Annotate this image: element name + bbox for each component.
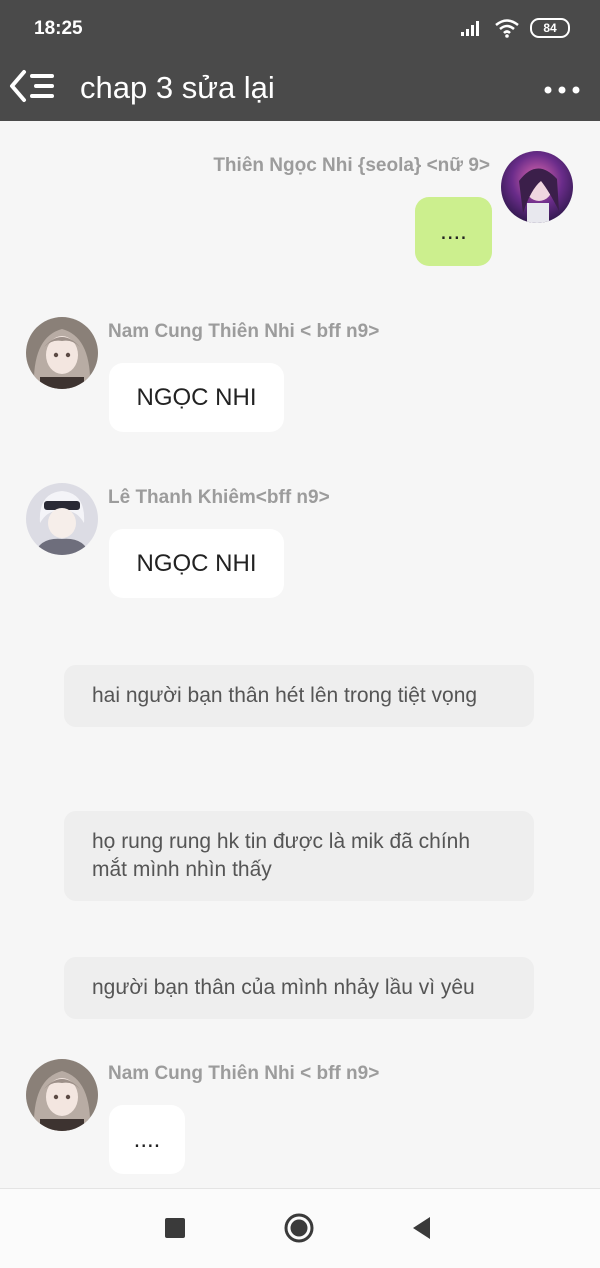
narration-block[interactable]: người bạn thân của mình nhảy lầu vì yêu (64, 957, 534, 1019)
more-options-button[interactable] (542, 76, 582, 104)
message-text: .... (440, 217, 467, 245)
message-bubble[interactable]: NGỌC NHI (109, 529, 284, 598)
avatar-image (501, 151, 573, 223)
status-time: 18:25 (34, 18, 83, 39)
message-text: .... (133, 1125, 161, 1153)
home-button[interactable] (282, 1211, 316, 1245)
more-options-icon (544, 86, 580, 94)
battery-icon: 84 (530, 18, 570, 38)
narration-text: người bạn thân của mình nhảy lầu vì yêu (92, 976, 475, 999)
back-menu-icon (10, 70, 54, 102)
sender-name: Lê Thanh Khiêm<bff n9> (108, 487, 330, 508)
avatar[interactable] (26, 1059, 98, 1131)
page-title: chap 3 sửa lại (80, 70, 275, 105)
back-button[interactable] (8, 66, 60, 110)
message-text: NGỌC NHI (136, 549, 257, 577)
narration-block[interactable]: họ rung rung hk tin được là mik đã chính… (64, 811, 534, 901)
avatar[interactable] (26, 483, 98, 555)
message-bubble[interactable]: .... (109, 1105, 185, 1174)
wifi-icon (495, 19, 519, 38)
sender-name: Nam Cung Thiên Nhi < bff n9> (108, 1063, 380, 1084)
status-bar: 18:25 84 (0, 0, 600, 58)
sender-name: Thiên Ngọc Nhi {seola} <nữ 9> (213, 155, 490, 176)
avatar[interactable] (501, 151, 573, 223)
message-bubble-own[interactable]: .... (415, 197, 492, 266)
back-nav-button[interactable] (405, 1211, 439, 1245)
back-triangle-icon (413, 1217, 430, 1239)
recents-square-icon (165, 1218, 185, 1238)
battery-level: 84 (543, 21, 557, 35)
sender-name: Nam Cung Thiên Nhi < bff n9> (108, 321, 380, 342)
status-icons: 84 (460, 18, 570, 38)
app-bar: chap 3 sửa lại (0, 58, 600, 121)
narration-text: hai người bạn thân hét lên trong tiệt vọ… (92, 684, 478, 707)
signal-icon (461, 21, 479, 36)
message-text: NGỌC NHI (136, 383, 257, 411)
avatar-image (26, 483, 98, 555)
system-nav-bar (0, 1188, 600, 1268)
avatar-image (26, 1059, 98, 1131)
narration-text: họ rung rung hk tin được là mik đã chính… (92, 830, 471, 881)
avatar-image (26, 317, 98, 389)
home-circle-icon (284, 1213, 314, 1243)
narration-block[interactable]: hai người bạn thân hét lên trong tiệt vọ… (64, 665, 534, 727)
message-bubble[interactable]: NGỌC NHI (109, 363, 284, 432)
recents-button[interactable] (158, 1211, 192, 1245)
avatar[interactable] (26, 317, 98, 389)
